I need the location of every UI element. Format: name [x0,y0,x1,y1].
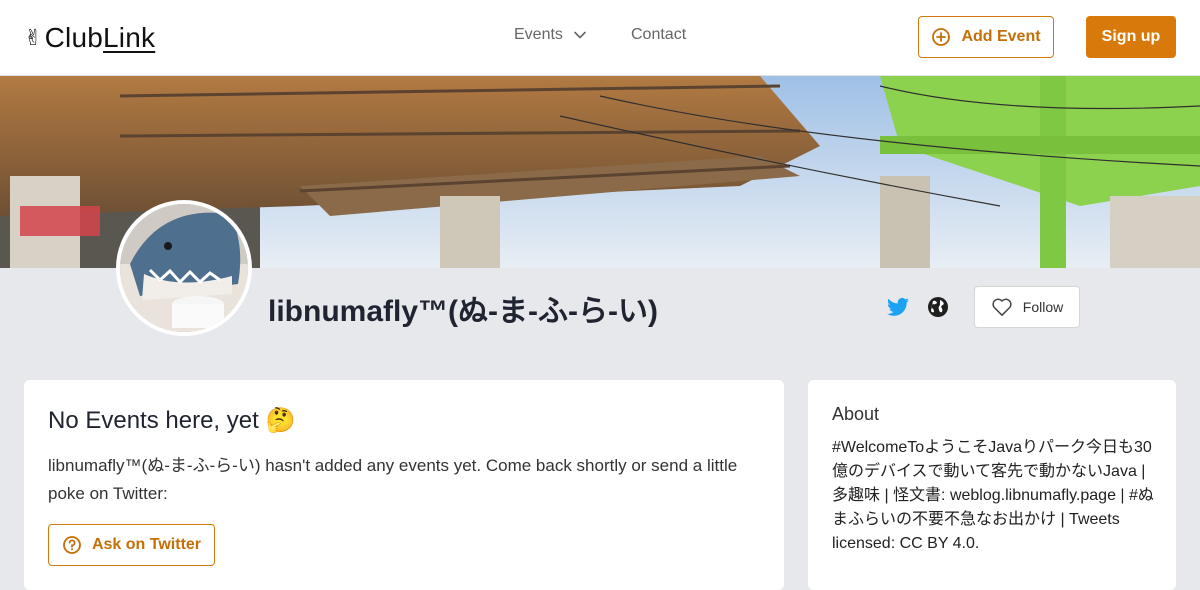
signup-button[interactable]: Sign up [1086,16,1176,58]
heart-icon [992,298,1012,316]
events-card: No Events here, yet 🤔 libnumafly™(ぬ-ま-ふ-… [24,380,784,590]
victory-hand-icon: ✌ [24,25,43,50]
chevron-down-icon [574,31,586,39]
shark-plush-avatar-image [120,204,248,332]
contact-nav-link[interactable]: Contact [631,26,686,44]
globe-icon[interactable] [926,295,950,319]
events-empty-message: libnumafly™(ぬ-ま-ふ-ら-い) hasn't added any … [48,456,738,503]
logo-text-link: Link [103,22,156,53]
events-nav-label: Events [514,26,563,43]
clublink-logo[interactable]: ✌ Club Link [24,20,155,56]
events-card-title: No Events here, yet 🤔 [48,406,295,435]
follow-label: Follow [1022,299,1064,315]
events-dropdown[interactable]: Events [514,26,587,44]
add-event-button[interactable]: Add Event [918,16,1054,58]
follow-button[interactable]: Follow [974,286,1080,328]
ask-on-twitter-label: Ask on Twitter [91,536,202,553]
top-nav-bar: ✌ Club Link Events Contact Add Event Sign… [0,0,1200,76]
events-card-title-text: No Events here, yet [48,407,259,434]
about-title: About [832,404,880,424]
about-card: About #WelcomeToようこそJavaりパーク今日も30億のデバイスで… [808,380,1176,590]
profile-name: libnumafly™(ぬ-ま-ふ-ら-い) [268,295,658,328]
logo-text-club: Club [44,22,104,53]
thinking-face-icon: 🤔 [265,407,296,434]
profile-avatar [116,200,252,336]
add-event-label: Add Event [961,28,1041,45]
about-text: #WelcomeToようこそJavaりパーク今日も30億のデバイスで動いて客先で… [832,439,1154,552]
ask-on-twitter-button[interactable]: Ask on Twitter [48,524,215,566]
twitter-icon[interactable] [886,295,910,319]
plus-circle-icon [932,28,951,46]
question-circle-icon [63,536,81,554]
